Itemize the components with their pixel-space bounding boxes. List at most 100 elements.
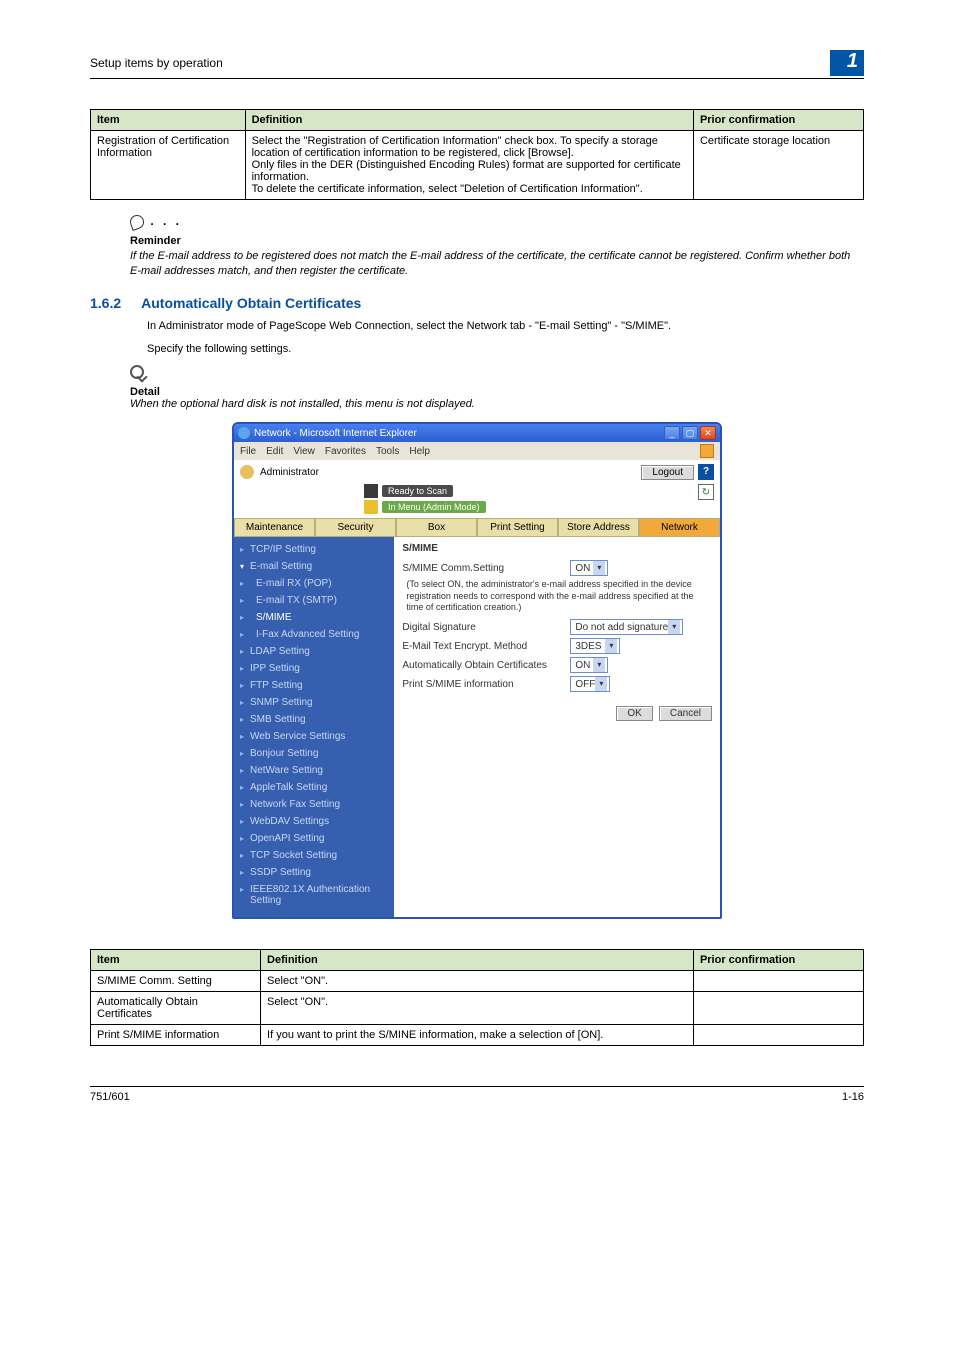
table-definitions-2: Item Definition Prior confirmation S/MIM…: [90, 949, 864, 1046]
sidebar-item-tcpsock[interactable]: TCP Socket Setting: [234, 847, 394, 864]
cell-definition: Select the "Registration of Certificatio…: [245, 131, 693, 200]
tab-store-address[interactable]: Store Address: [558, 518, 639, 537]
menu-edit[interactable]: Edit: [266, 446, 283, 457]
cell-item: Automatically Obtain Certificates: [91, 992, 261, 1025]
th2-item: Item: [91, 950, 261, 971]
ie-throbber-icon: [700, 444, 714, 458]
minimize-button[interactable]: _: [664, 426, 680, 440]
refresh-button[interactable]: ↻: [698, 484, 714, 500]
cell-definition: Select "ON".: [261, 992, 694, 1025]
select-auto-cert[interactable]: ON: [570, 657, 608, 673]
cell-definition: If you want to print the S/MINE informat…: [261, 1025, 694, 1046]
ok-button[interactable]: OK: [616, 706, 652, 721]
cell-prior: Certificate storage location: [693, 131, 863, 200]
sidebar-item-emailrx[interactable]: E-mail RX (POP): [234, 575, 394, 592]
admin-label: Administrator: [260, 467, 319, 478]
magnifier-icon: [130, 365, 144, 379]
menu-icon: [364, 500, 378, 514]
menu-view[interactable]: View: [293, 446, 315, 457]
reminder-title: Reminder: [130, 235, 864, 247]
sidebar-item-ipp[interactable]: IPP Setting: [234, 660, 394, 677]
sidebar-item-appletalk[interactable]: AppleTalk Setting: [234, 779, 394, 796]
reminder-dots: . . .: [144, 214, 182, 228]
label-print-smime: Print S/MIME information: [402, 679, 562, 690]
th-definition: Definition: [245, 110, 693, 131]
select-print-smime[interactable]: OFF: [570, 676, 610, 692]
settings-panel: S/MIME S/MIME Comm.Setting ON (To select…: [394, 537, 720, 917]
cell-definition: Select "ON".: [261, 971, 694, 992]
table-row: Registration of Certification Informatio…: [91, 131, 864, 200]
select-digital-sig[interactable]: Do not add signature: [570, 619, 683, 635]
sidebar-item-ftp[interactable]: FTP Setting: [234, 677, 394, 694]
sidebar-item-webdav[interactable]: WebDAV Settings: [234, 813, 394, 830]
printer-icon: [364, 484, 378, 498]
sidebar-item-netfax[interactable]: Network Fax Setting: [234, 796, 394, 813]
close-button[interactable]: ✕: [700, 426, 716, 440]
ie-icon: [238, 427, 250, 439]
detail-text: When the optional hard disk is not insta…: [130, 398, 864, 410]
sidebar-item-ssdp[interactable]: SSDP Setting: [234, 864, 394, 881]
table-row: S/MIME Comm. Setting Select "ON".: [91, 971, 864, 992]
help-button[interactable]: ?: [698, 464, 714, 480]
menu-favorites[interactable]: Favorites: [325, 446, 366, 457]
sidebar-item-emailtx[interactable]: E-mail TX (SMTP): [234, 592, 394, 609]
window-title: Network - Microsoft Internet Explorer: [254, 428, 417, 439]
sidebar-item-ieee[interactable]: IEEE802.1X Authentication Setting: [234, 881, 394, 909]
detail-title: Detail: [130, 386, 864, 398]
sidebar-item-tcpip[interactable]: TCP/IP Setting: [234, 541, 394, 558]
chapter-badge: 1: [830, 50, 864, 76]
label-smime-comm: S/MIME Comm.Setting: [402, 563, 562, 574]
th2-prior: Prior confirmation: [693, 950, 863, 971]
maximize-button[interactable]: ▢: [682, 426, 698, 440]
sidebar-item-smime[interactable]: S/MIME: [234, 609, 394, 626]
select-smime-comm[interactable]: ON: [570, 560, 608, 576]
sidebar-item-websvc[interactable]: Web Service Settings: [234, 728, 394, 745]
label-auto-cert: Automatically Obtain Certificates: [402, 660, 562, 671]
tab-network[interactable]: Network: [639, 518, 720, 537]
sidebar-item-smb[interactable]: SMB Setting: [234, 711, 394, 728]
menu-tools[interactable]: Tools: [376, 446, 399, 457]
reminder-text: If the E-mail address to be registered d…: [130, 249, 864, 279]
sidebar-item-netware[interactable]: NetWare Setting: [234, 762, 394, 779]
panel-heading: S/MIME: [402, 543, 712, 554]
sidebar-item-snmp[interactable]: SNMP Setting: [234, 694, 394, 711]
sidebar-item-ifax[interactable]: I-Fax Advanced Setting: [234, 626, 394, 643]
sidebar-item-ldap[interactable]: LDAP Setting: [234, 643, 394, 660]
sidebar-item-email[interactable]: E-mail Setting: [234, 558, 394, 575]
tab-security[interactable]: Security: [315, 518, 396, 537]
sidebar: TCP/IP Setting E-mail Setting E-mail RX …: [234, 537, 394, 917]
th2-definition: Definition: [261, 950, 694, 971]
cell-item: S/MIME Comm. Setting: [91, 971, 261, 992]
tab-box[interactable]: Box: [396, 518, 477, 537]
cell-item: Registration of Certification Informatio…: [91, 131, 246, 200]
cell-prior: [693, 992, 863, 1025]
table-row: Automatically Obtain Certificates Select…: [91, 992, 864, 1025]
menu-file[interactable]: File: [240, 446, 256, 457]
status-ready: Ready to Scan: [382, 485, 453, 497]
panel-note: (To select ON, the administrator's e-mai…: [402, 579, 712, 613]
body-para-2: Specify the following settings.: [90, 342, 864, 357]
section-title: Automatically Obtain Certificates: [141, 295, 361, 311]
footer-right: 1-16: [842, 1091, 864, 1103]
cell-prior: [693, 1025, 863, 1046]
cancel-button[interactable]: Cancel: [659, 706, 712, 721]
th-prior: Prior confirmation: [693, 110, 863, 131]
menu-help[interactable]: Help: [409, 446, 430, 457]
sidebar-item-openapi[interactable]: OpenAPI Setting: [234, 830, 394, 847]
body-para-1: In Administrator mode of PageScope Web C…: [90, 319, 864, 334]
label-digital-sig: Digital Signature: [402, 622, 562, 633]
cell-item: Print S/MIME information: [91, 1025, 261, 1046]
select-encrypt-method[interactable]: 3DES: [570, 638, 620, 654]
admin-icon: [240, 465, 254, 479]
header-breadcrumb: Setup items by operation: [90, 56, 223, 70]
table-row: Print S/MIME information If you want to …: [91, 1025, 864, 1046]
tab-maintenance[interactable]: Maintenance: [234, 518, 315, 537]
logout-button[interactable]: Logout: [641, 465, 694, 480]
section-number: 1.6.2: [90, 295, 121, 311]
sidebar-item-bonjour[interactable]: Bonjour Setting: [234, 745, 394, 762]
label-encrypt-method: E-Mail Text Encrypt. Method: [402, 641, 562, 652]
cell-prior: [693, 971, 863, 992]
tab-print-setting[interactable]: Print Setting: [477, 518, 558, 537]
screenshot-window: Network - Microsoft Internet Explorer _ …: [232, 422, 722, 919]
th-item: Item: [91, 110, 246, 131]
